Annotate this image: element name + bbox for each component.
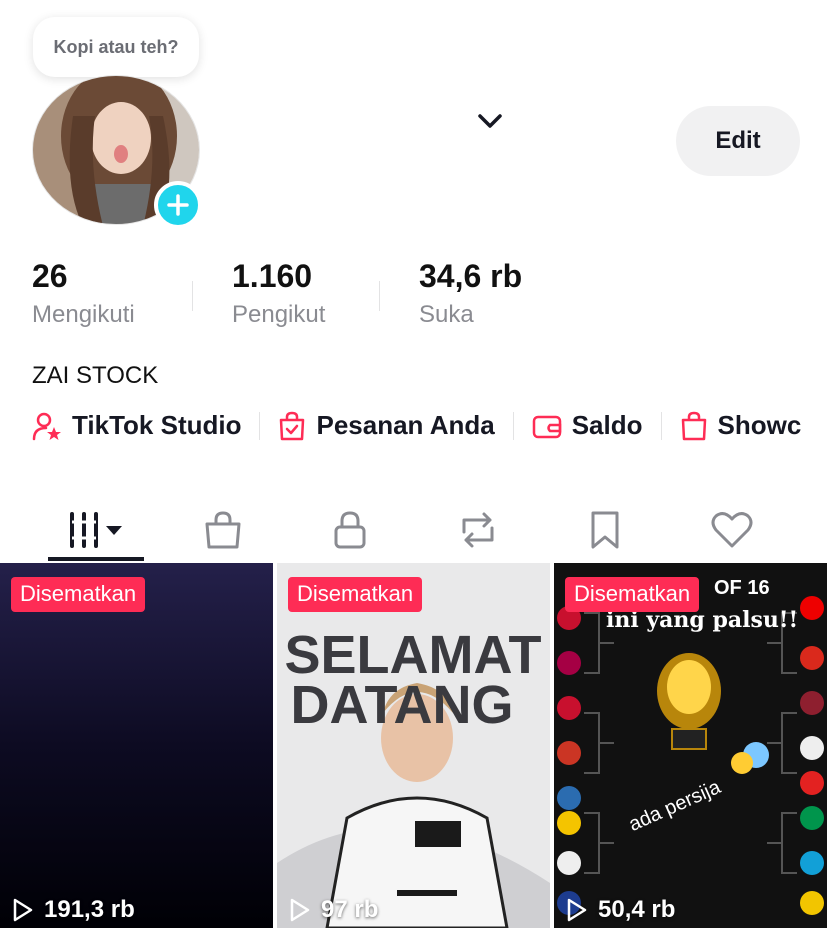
add-story-button[interactable] bbox=[154, 181, 202, 229]
active-tab-indicator bbox=[48, 557, 144, 561]
link-balance[interactable]: Saldo bbox=[532, 410, 643, 441]
view-count: 97 rb bbox=[289, 896, 378, 924]
link-label: TikTok Studio bbox=[72, 410, 242, 440]
profile-note-text: Kopi atau teh? bbox=[53, 36, 179, 57]
heart-icon bbox=[711, 512, 753, 548]
pinned-badge: Disematkan bbox=[11, 577, 146, 612]
pinned-badge: Disematkan bbox=[288, 577, 423, 612]
link-label: Saldo bbox=[571, 410, 643, 440]
view-count-text: 97 rb bbox=[321, 896, 379, 923]
link-divider bbox=[259, 411, 261, 440]
play-icon bbox=[567, 898, 587, 922]
videos-grid-icon bbox=[70, 512, 122, 548]
play-icon bbox=[290, 898, 310, 922]
link-tiktok-studio[interactable]: TikTok Studio bbox=[32, 410, 241, 441]
shopping-bag-icon bbox=[681, 411, 706, 440]
pinned-badge: Disematkan bbox=[565, 577, 700, 612]
plus-icon bbox=[167, 194, 189, 216]
following-count: 26 bbox=[32, 258, 68, 294]
profile-note-bubble[interactable]: Kopi atau teh? bbox=[33, 17, 199, 77]
view-count: 50,4 rb bbox=[566, 896, 675, 924]
video-grid: Disematkan 191,3 rb SELAMAT DATANG Disem… bbox=[0, 563, 827, 928]
tab-videos[interactable] bbox=[48, 500, 144, 560]
video-thumbnail-image bbox=[0, 563, 273, 928]
tab-private[interactable] bbox=[302, 500, 398, 560]
person-star-icon bbox=[32, 412, 61, 440]
profile-tabs bbox=[0, 500, 827, 564]
likes-label: Suka bbox=[419, 301, 474, 328]
stat-likes[interactable]: 34,6 rb Suka bbox=[419, 258, 522, 329]
link-orders[interactable]: Pesanan Anda bbox=[278, 410, 495, 441]
shop-bag-icon bbox=[205, 511, 241, 549]
wallet-icon bbox=[532, 415, 561, 438]
stat-divider bbox=[192, 281, 193, 311]
view-count: 191,3 rb bbox=[12, 896, 135, 924]
link-divider bbox=[660, 411, 662, 440]
chevron-down-icon bbox=[478, 114, 502, 128]
tab-shop[interactable] bbox=[175, 500, 271, 560]
profile-quick-links: TikTok Studio Pesanan Anda Saldo Showc bbox=[32, 410, 801, 441]
overlay-corner-text: OF 16 bbox=[714, 577, 770, 599]
profile-display-name: ZAI STOCK bbox=[32, 362, 159, 389]
followers-count: 1.160 bbox=[232, 258, 313, 294]
repost-icon bbox=[462, 512, 494, 548]
view-count-text: 191,3 rb bbox=[44, 896, 135, 923]
link-showcase[interactable]: Showc bbox=[680, 410, 802, 441]
bookmark-icon bbox=[591, 511, 619, 549]
tab-favorites[interactable] bbox=[557, 500, 653, 560]
link-divider bbox=[512, 411, 514, 440]
lock-icon bbox=[334, 511, 366, 549]
video-thumbnail[interactable]: ini yang palsu!! OF 16 ada persija Disem… bbox=[554, 563, 827, 928]
link-label: Pesanan Anda bbox=[316, 410, 495, 440]
account-switcher-button[interactable] bbox=[476, 111, 504, 136]
tab-reposts[interactable] bbox=[430, 500, 526, 560]
stat-divider bbox=[379, 281, 380, 311]
stat-followers[interactable]: 1.160 Pengikut bbox=[232, 258, 325, 329]
play-icon bbox=[13, 898, 33, 922]
edit-profile-button[interactable]: Edit bbox=[676, 106, 800, 176]
video-overlay-text: SELAMAT DATANG bbox=[285, 625, 542, 735]
followers-label: Pengikut bbox=[232, 301, 326, 328]
overlay-line-2: DATANG bbox=[291, 675, 514, 735]
shopping-bag-check-icon bbox=[280, 411, 305, 440]
stat-following[interactable]: 26 Mengikuti bbox=[32, 258, 135, 329]
video-thumbnail[interactable]: SELAMAT DATANG Disematkan 97 rb bbox=[277, 563, 550, 928]
following-label: Mengikuti bbox=[32, 301, 135, 328]
edit-profile-label: Edit bbox=[715, 127, 761, 154]
view-count-text: 50,4 rb bbox=[598, 896, 676, 923]
tab-liked[interactable] bbox=[684, 500, 780, 560]
video-thumbnail[interactable]: Disematkan 191,3 rb bbox=[0, 563, 273, 928]
likes-count: 34,6 rb bbox=[419, 258, 523, 294]
link-label: Showc bbox=[717, 410, 802, 440]
